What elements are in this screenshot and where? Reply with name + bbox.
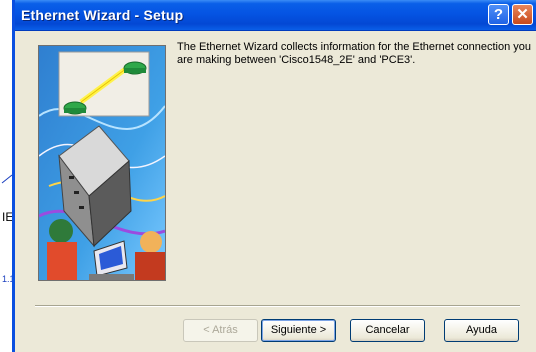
back-button[interactable]: < Atrás	[183, 319, 258, 342]
cancel-button[interactable]: Cancelar	[350, 319, 425, 342]
help-button[interactable]: Ayuda	[444, 319, 519, 342]
help-icon: ?	[493, 6, 504, 23]
dialog-title: Ethernet Wizard - Setup	[21, 7, 184, 23]
wizard-message: The Ethernet Wizard collects information…	[177, 41, 532, 66]
wizard-illustration-art	[39, 46, 165, 280]
next-button[interactable]: Siguiente >	[261, 319, 336, 342]
help-title-button[interactable]: ?	[488, 4, 509, 25]
wizard-dialog: Ethernet Wizard - Setup ? ✕ The Ethernet…	[12, 0, 536, 352]
close-title-button[interactable]: ✕	[512, 4, 533, 25]
title-bar[interactable]: Ethernet Wizard - Setup ? ✕	[15, 0, 536, 31]
close-icon: ✕	[516, 6, 529, 23]
wizard-illustration	[38, 45, 166, 281]
footer-separator	[35, 305, 520, 307]
